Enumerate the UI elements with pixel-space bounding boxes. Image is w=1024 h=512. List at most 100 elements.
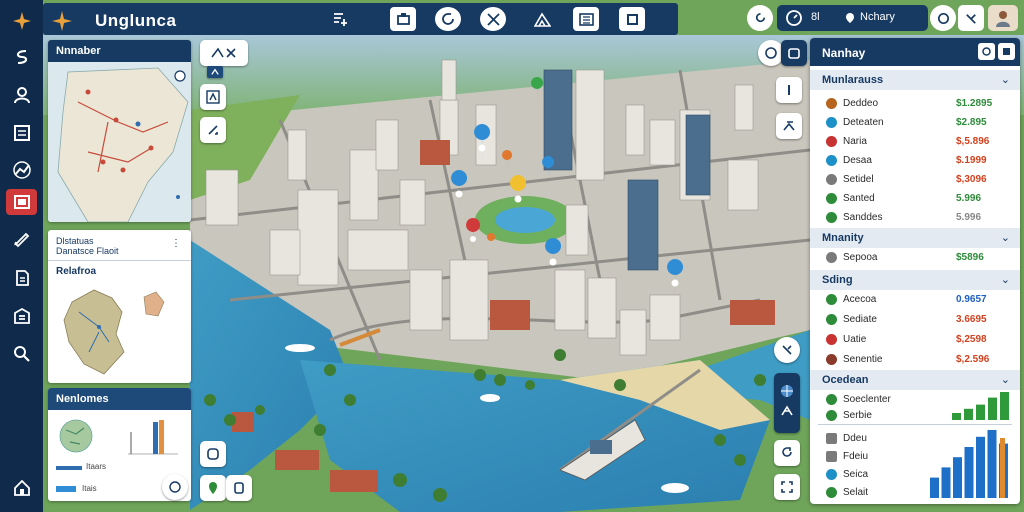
terrain-icon[interactable]	[529, 7, 555, 31]
share-icon[interactable]	[958, 5, 984, 31]
mode-badge[interactable]	[207, 66, 223, 78]
camera-icon[interactable]	[781, 40, 807, 66]
chevron-down-icon[interactable]: ⌄	[1001, 231, 1010, 244]
overview-minimap[interactable]	[48, 62, 191, 222]
layers-icon[interactable]	[6, 189, 37, 215]
panel-options-icon[interactable]	[998, 43, 1015, 60]
circle-toggle-icon[interactable]	[930, 5, 956, 31]
stats-title: Nenlomes	[48, 388, 191, 410]
user-icon[interactable]	[6, 82, 37, 108]
row-dot-icon	[826, 314, 837, 325]
section-header[interactable]: Mnanity ⌄	[810, 228, 1020, 248]
analytics-icon[interactable]	[6, 157, 37, 183]
row-name: Naria	[843, 136, 867, 147]
list-icon[interactable]	[6, 120, 37, 146]
info-panel: Dlstatuas Danatsce Flaoit ⋮ Relafroa	[48, 230, 191, 383]
chart-bar	[930, 477, 939, 498]
panel-refresh-icon[interactable]	[978, 43, 995, 60]
chevron-down-icon[interactable]: ⌄	[1001, 373, 1010, 386]
info-line-1: Dlstatuas	[56, 236, 94, 246]
report-icon[interactable]	[6, 265, 37, 291]
tools-icon[interactable]	[480, 7, 506, 31]
analytics-header: Nanhay	[810, 38, 1020, 66]
list-item[interactable]: Naria $,5.896	[810, 132, 1020, 151]
row-value: 5.996	[956, 212, 982, 223]
compass-reset-icon[interactable]	[162, 474, 188, 500]
measure-tool-button[interactable]	[200, 40, 248, 66]
overview-settings-icon[interactable]	[174, 70, 186, 82]
pointer-tool-icon[interactable]	[774, 337, 800, 363]
list-item[interactable]: Sanddes 5.996	[810, 208, 1020, 227]
section-label: Mnanity	[822, 232, 864, 244]
chevron-down-icon[interactable]: ⌄	[1001, 273, 1010, 286]
row-name: Uatie	[843, 334, 867, 345]
layers-tool-icon[interactable]	[326, 7, 352, 31]
user-avatar[interactable]	[988, 5, 1018, 31]
row-dot-icon	[826, 334, 837, 345]
data-table-icon[interactable]	[573, 7, 599, 31]
list-item[interactable]: Sepooa $5896	[810, 248, 1020, 267]
row-value: 5.996	[956, 193, 982, 204]
zoom-level-icon[interactable]	[776, 77, 802, 103]
chart-bar	[964, 447, 974, 498]
row-value: 3.6695	[956, 314, 987, 325]
edit-shape-icon[interactable]	[200, 117, 226, 143]
row-name: Fdeiu	[843, 451, 869, 462]
bookmark-icon[interactable]	[226, 475, 252, 501]
printer-icon[interactable]	[390, 7, 416, 31]
row-name: Desaa	[843, 155, 872, 166]
row-value: 0.9657	[956, 294, 987, 305]
list-item[interactable]: Santed 5.996	[810, 189, 1020, 208]
chart-bar	[964, 408, 973, 420]
row-dot-icon	[826, 117, 837, 128]
square-icon[interactable]	[619, 7, 645, 31]
search-icon[interactable]	[6, 341, 37, 367]
section-header[interactable]: Munlarauss ⌄	[810, 70, 1020, 90]
list-item[interactable]: Sediate 3.6695	[810, 310, 1020, 329]
list-item[interactable]: Desaa $.1999	[810, 151, 1020, 170]
overview-title: Nnnaber	[48, 40, 191, 62]
list-item[interactable]: Senentie $,2.596	[810, 350, 1020, 369]
info-line-2: Danatsce Flaoit	[56, 246, 119, 256]
blue-trend-chart	[930, 430, 1008, 498]
row-dot-icon	[826, 487, 837, 498]
route-icon[interactable]	[6, 44, 37, 70]
pin-tool-icon[interactable]	[200, 475, 226, 501]
row-name: Seica	[843, 469, 869, 480]
home-icon[interactable]	[6, 475, 37, 501]
app-compass-icon[interactable]	[6, 8, 37, 34]
overview-panel: Nnnaber	[48, 40, 191, 222]
section-header[interactable]: Sding ⌄	[810, 270, 1020, 290]
building-icon[interactable]	[6, 303, 37, 329]
analytics-panel: Nanhay Munlarauss ⌄ Deddeo $1.2895 Deteat…	[810, 38, 1020, 504]
row-name: Serbie	[843, 410, 872, 421]
sync-icon[interactable]	[747, 5, 773, 31]
group-select-icon[interactable]	[200, 84, 226, 110]
row-dot-icon	[826, 294, 837, 305]
list-item[interactable]: Deteaten $2.895	[810, 113, 1020, 132]
row-name: Soeclenter	[843, 394, 891, 405]
row-dot-icon	[826, 469, 837, 480]
row-name: Senentie	[843, 354, 883, 365]
navigation-control[interactable]	[774, 373, 800, 433]
list-item[interactable]: Deddeo $1.2895	[810, 94, 1020, 113]
layer-switch-icon[interactable]	[200, 441, 226, 467]
list-item[interactable]: Setidel $,3096	[810, 170, 1020, 189]
section-header[interactable]: Ocedean ⌄	[810, 370, 1020, 390]
row-value: $,3096	[956, 174, 987, 185]
chevron-down-icon[interactable]: ⌄	[1001, 73, 1010, 86]
status-bar[interactable]: 8l Nchary	[777, 5, 928, 31]
chart-bar	[1000, 438, 1005, 498]
region-map[interactable]	[54, 282, 184, 378]
pen-icon[interactable]	[6, 225, 37, 251]
rotate-icon[interactable]	[774, 440, 800, 466]
info-menu-icon[interactable]: ⋮	[171, 238, 181, 249]
refresh-icon[interactable]	[435, 7, 461, 31]
fullscreen-icon[interactable]	[774, 474, 800, 500]
tilt-icon[interactable]	[776, 113, 802, 139]
row-value: $2.895	[956, 117, 987, 128]
list-item[interactable]: Acecoa 0.9657	[810, 290, 1020, 309]
list-item[interactable]: Uatie $,2598	[810, 330, 1020, 349]
row-name: Santed	[843, 193, 875, 204]
row-dot-icon	[826, 433, 837, 444]
